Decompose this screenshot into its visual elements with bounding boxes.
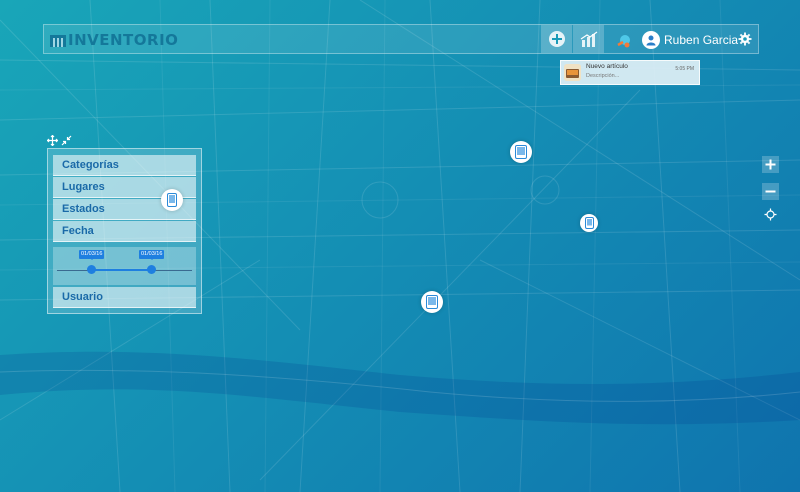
stats-button[interactable] [573, 25, 604, 53]
zoom-in-button[interactable] [762, 156, 779, 173]
building-icon [50, 35, 66, 47]
user-menu[interactable]: Ruben Garcia [642, 29, 738, 51]
date-range-slider[interactable]: 01/03/16 01/03/16 [53, 247, 196, 285]
top-bar: INVENTORIO Ruben Garcia [43, 24, 759, 54]
filter-date[interactable]: Fecha [53, 221, 196, 242]
tablet-icon [167, 193, 177, 207]
locate-icon[interactable] [764, 208, 777, 221]
tablet-icon [426, 295, 438, 309]
minus-icon [765, 190, 776, 193]
collapse-icon[interactable] [61, 135, 72, 146]
filter-categories[interactable]: Categorías [53, 155, 196, 176]
notification-card[interactable]: Nuevo artículo Descripción... 5:05 PM [560, 60, 700, 85]
filter-user[interactable]: Usuario [53, 287, 196, 308]
notification-icon[interactable] [616, 33, 632, 49]
plus-icon [765, 159, 776, 170]
brand-name: INVENTORIO [68, 31, 179, 49]
item-thumbnail [564, 64, 581, 81]
chart-icon [580, 31, 597, 47]
slider-range [92, 269, 152, 271]
notification-time: 5:05 PM [675, 66, 694, 72]
map-marker[interactable] [510, 141, 532, 163]
end-date-handle[interactable] [147, 265, 156, 274]
tablet-icon [515, 145, 527, 159]
panel-tools [47, 135, 72, 147]
end-date-label: 01/03/16 [139, 250, 165, 260]
user-name: Ruben Garcia [664, 33, 739, 47]
zoom-out-button[interactable] [762, 183, 779, 200]
user-icon [642, 31, 660, 49]
add-circle-icon [548, 31, 565, 47]
gear-icon[interactable] [738, 32, 752, 46]
map-marker[interactable] [580, 214, 598, 232]
brand-logo[interactable]: INVENTORIO [50, 31, 178, 49]
notification-description: Descripción... [586, 73, 620, 79]
start-date-handle[interactable] [87, 265, 96, 274]
map-marker[interactable] [421, 291, 443, 313]
notification-title: Nuevo artículo [586, 63, 628, 70]
move-icon[interactable] [47, 135, 58, 146]
tablet-icon [584, 217, 594, 229]
add-item-button[interactable] [541, 25, 572, 53]
filter-panel: Categorías Lugares Estados Fecha 01/03/1… [47, 148, 202, 314]
map-marker[interactable] [161, 189, 183, 211]
start-date-label: 01/03/16 [79, 250, 105, 260]
